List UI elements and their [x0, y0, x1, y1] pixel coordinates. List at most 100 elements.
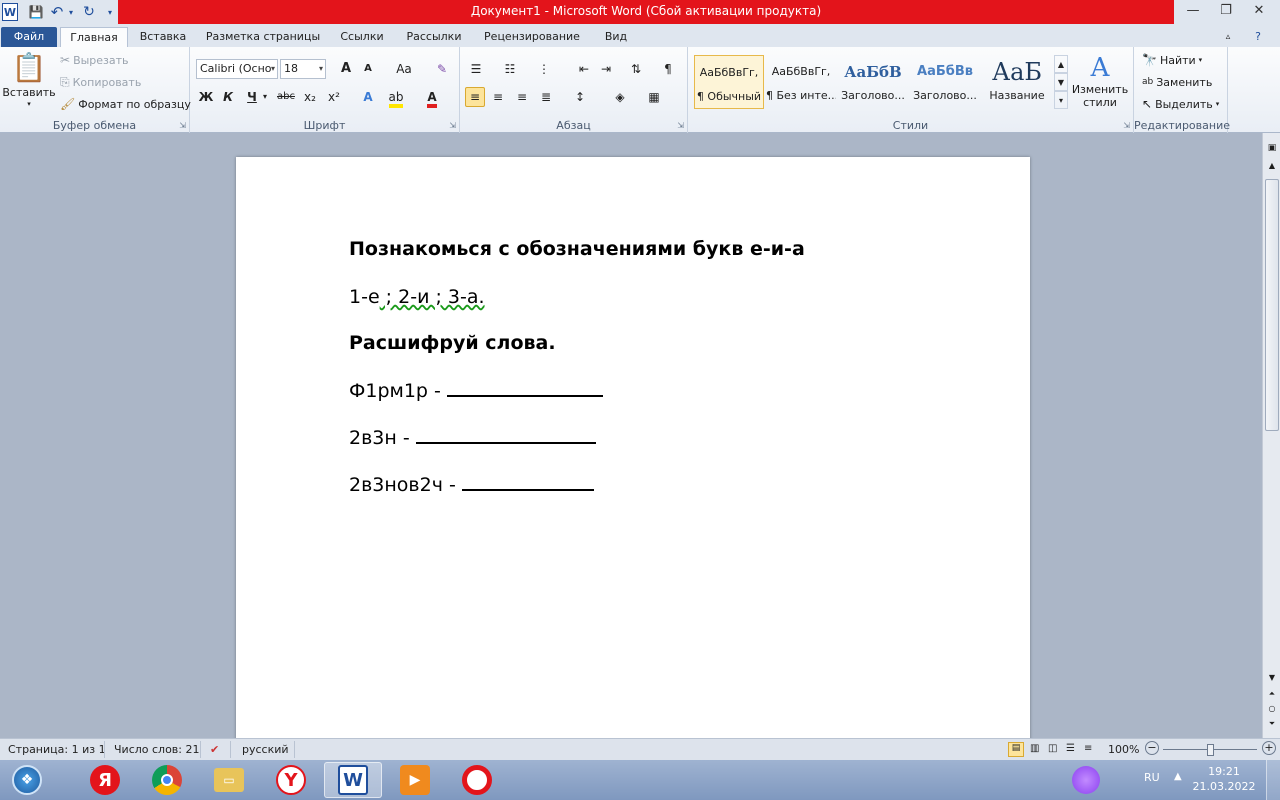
subscript-button[interactable]: x₂: [300, 87, 320, 107]
chrome-taskbar-button[interactable]: [138, 762, 196, 798]
page-count[interactable]: Страница: 1 из 1: [8, 743, 106, 756]
increase-indent-icon[interactable]: ⇥: [596, 59, 616, 79]
sort-icon[interactable]: ⇅: [626, 59, 646, 79]
zoom-in-icon[interactable]: +: [1262, 741, 1276, 755]
styles-scroll-up-icon[interactable]: ▲: [1054, 55, 1068, 73]
shrink-font-button[interactable]: A: [358, 59, 378, 79]
line-spacing-icon[interactable]: ↕: [570, 87, 590, 107]
style-normal[interactable]: АаБбВвГг, ¶ Обычный: [694, 55, 764, 109]
styles-more-icon[interactable]: ▾: [1054, 91, 1068, 109]
styles-launcher-icon[interactable]: ⇲: [1123, 121, 1130, 130]
redo-icon[interactable]: ↻: [80, 3, 98, 21]
select-button[interactable]: ↖ Выделить ▾: [1142, 97, 1219, 111]
show-marks-button[interactable]: ¶: [658, 59, 678, 79]
close-button[interactable]: ✕: [1247, 2, 1271, 20]
word-taskbar-button[interactable]: W: [324, 762, 382, 798]
superscript-button[interactable]: x²: [324, 87, 344, 107]
copy-button[interactable]: ⎘ Копировать: [60, 75, 141, 89]
italic-button[interactable]: К: [218, 87, 238, 107]
answer-blank[interactable]: [461, 473, 594, 491]
answer-blank[interactable]: [446, 379, 603, 397]
yandex-browser-taskbar-button[interactable]: Y: [262, 762, 320, 798]
scroll-up-icon[interactable]: ▲: [1266, 161, 1278, 173]
word-count[interactable]: Число слов: 21: [114, 743, 200, 756]
restore-button[interactable]: ❐: [1214, 2, 1238, 20]
print-layout-view-icon[interactable]: ▤: [1008, 742, 1024, 757]
input-language[interactable]: RU: [1144, 771, 1160, 784]
start-button[interactable]: ❖: [0, 762, 54, 798]
align-right-icon[interactable]: ≡: [512, 87, 532, 107]
style-heading-2[interactable]: АаБбВв Заголово...: [910, 55, 980, 109]
zoom-out-icon[interactable]: −: [1145, 741, 1159, 755]
style-heading-1[interactable]: АаБбВ Заголово...: [838, 55, 908, 109]
web-layout-view-icon[interactable]: ◫: [1048, 743, 1057, 754]
font-name-combo[interactable]: Calibri (Осно ▾: [196, 59, 278, 79]
answer-blank[interactable]: [415, 426, 596, 444]
clipboard-launcher-icon[interactable]: ⇲: [179, 121, 186, 130]
tab-file[interactable]: Файл: [1, 27, 57, 48]
grow-font-button[interactable]: A: [336, 59, 356, 79]
tab-references[interactable]: Ссылки: [334, 27, 390, 48]
document-page[interactable]: Познакомься с обозначениями букв е-и-а 1…: [236, 157, 1030, 747]
tab-mailings[interactable]: Рассылки: [400, 27, 468, 48]
change-case-button[interactable]: Aa: [390, 59, 418, 79]
minimize-button[interactable]: —: [1181, 2, 1205, 20]
language-indicator[interactable]: русский: [242, 743, 289, 756]
find-button[interactable]: 🔭 Найти ▾: [1142, 53, 1202, 67]
zoom-slider-thumb[interactable]: [1206, 744, 1214, 756]
previous-page-icon[interactable]: ⏶: [1266, 689, 1278, 701]
borders-icon[interactable]: ▦: [644, 87, 664, 107]
outline-view-icon[interactable]: ☰: [1066, 743, 1075, 754]
decrease-indent-icon[interactable]: ⇤: [574, 59, 594, 79]
show-hidden-icons-icon[interactable]: ▲: [1174, 771, 1182, 782]
alice-button[interactable]: [1062, 762, 1110, 798]
opera-taskbar-button[interactable]: O: [448, 762, 506, 798]
yandex-taskbar-button[interactable]: Я: [76, 762, 134, 798]
undo-icon[interactable]: ↶: [48, 3, 66, 21]
clock[interactable]: 19:21 21.03.2022: [1192, 764, 1256, 794]
bullets-icon[interactable]: ☰: [466, 59, 486, 79]
highlight-icon[interactable]: ab: [386, 87, 406, 108]
multilevel-list-icon[interactable]: ⋮: [534, 59, 554, 79]
paste-button[interactable]: 📋 Вставить ▾: [2, 51, 55, 113]
shading-icon[interactable]: ◈: [610, 87, 630, 107]
zoom-level[interactable]: 100%: [1108, 743, 1139, 756]
word-app-icon[interactable]: W: [2, 3, 18, 21]
strikethrough-button[interactable]: abc: [274, 87, 298, 107]
style-title[interactable]: АаБ Название: [982, 55, 1052, 109]
ruler-toggle-icon[interactable]: ▣: [1266, 143, 1278, 155]
help-icon[interactable]: ?: [1248, 27, 1268, 48]
tab-page-layout[interactable]: Разметка страницы: [200, 27, 326, 48]
tab-review[interactable]: Рецензирование: [478, 27, 586, 48]
save-icon[interactable]: 💾: [26, 3, 46, 21]
tab-home[interactable]: Главная: [60, 27, 128, 48]
numbering-icon[interactable]: ☷: [500, 59, 520, 79]
align-center-icon[interactable]: ≡: [488, 87, 508, 107]
tab-view[interactable]: Вид: [596, 27, 636, 48]
font-size-combo[interactable]: 18 ▾: [280, 59, 326, 79]
underline-button[interactable]: Ч: [242, 87, 262, 107]
align-left-icon[interactable]: ≡: [465, 87, 485, 107]
tab-insert[interactable]: Вставка: [132, 27, 194, 48]
explorer-taskbar-button[interactable]: ▭: [200, 762, 258, 798]
paragraph-launcher-icon[interactable]: ⇲: [677, 121, 684, 130]
cut-button[interactable]: ✂ Вырезать: [60, 53, 129, 67]
show-desktop-button[interactable]: [1266, 760, 1280, 800]
proofing-icon[interactable]: ✔: [210, 743, 219, 756]
next-page-icon[interactable]: ⏷: [1266, 719, 1278, 731]
font-launcher-icon[interactable]: ⇲: [449, 121, 456, 130]
bold-button[interactable]: Ж: [196, 87, 216, 107]
customize-qat-icon[interactable]: ▾: [104, 3, 116, 21]
change-styles-button[interactable]: A Изменить стили: [1070, 53, 1130, 109]
vertical-scrollbar[interactable]: ▣ ▲ ▼ ⏶ ○ ⏷: [1262, 133, 1280, 738]
browse-object-icon[interactable]: ○: [1266, 704, 1278, 716]
video-player-taskbar-button[interactable]: ▶: [386, 762, 444, 798]
underline-dropdown-icon[interactable]: ▾: [260, 87, 270, 107]
font-color-icon[interactable]: A: [422, 87, 442, 108]
format-painter-button[interactable]: 🖌 Формат по образцу: [60, 97, 191, 111]
replace-button[interactable]: ab Заменить: [1142, 75, 1212, 89]
scroll-thumb[interactable]: [1265, 179, 1279, 431]
full-screen-reading-view-icon[interactable]: ▥: [1030, 743, 1039, 754]
scroll-down-icon[interactable]: ▼: [1266, 673, 1278, 685]
style-no-spacing[interactable]: АаБбВвГг, ¶ Без инте...: [766, 55, 836, 109]
